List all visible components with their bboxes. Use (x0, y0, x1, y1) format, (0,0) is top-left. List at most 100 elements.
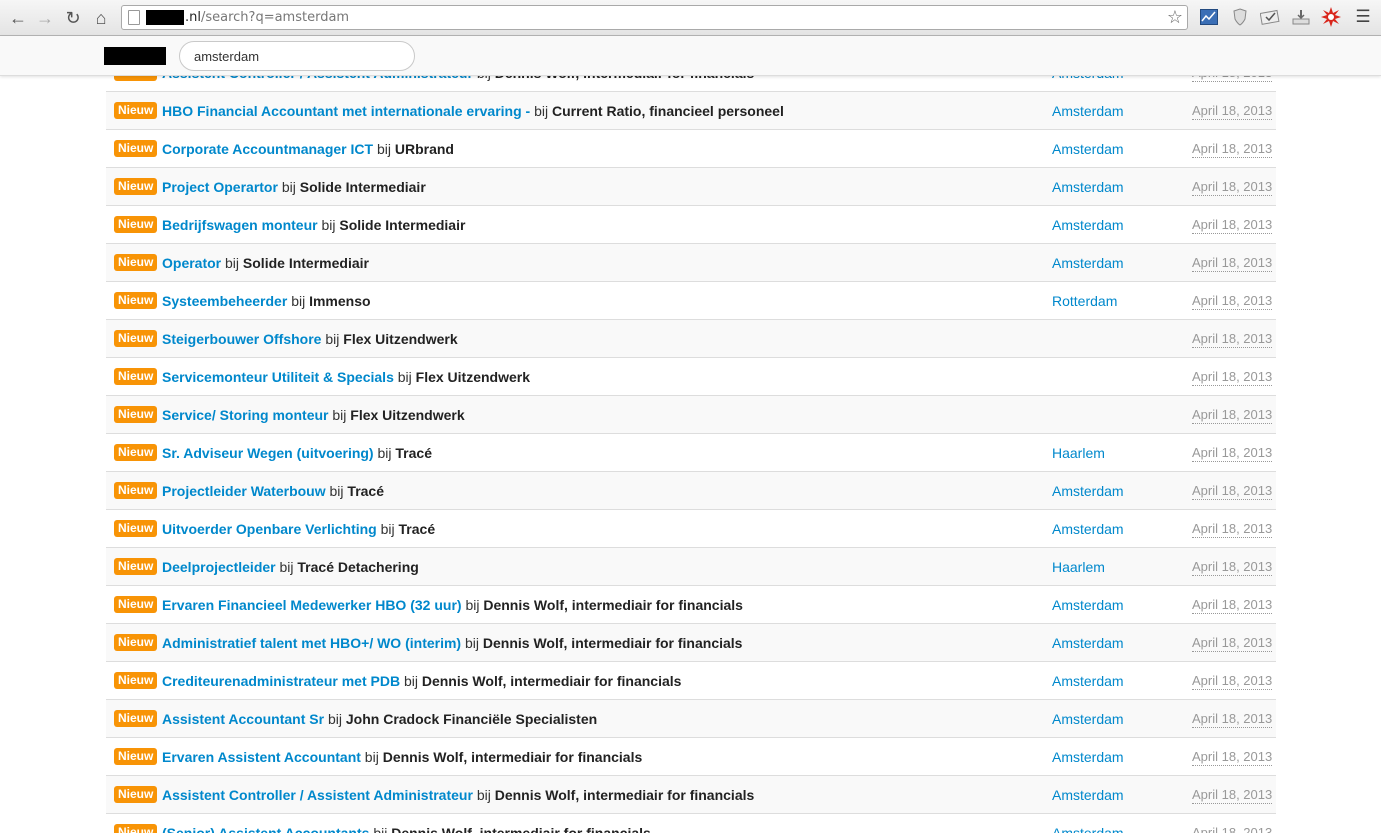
job-city-link[interactable]: Amsterdam (1052, 102, 1124, 120)
job-city-link[interactable]: Amsterdam (1052, 140, 1124, 158)
bij-label: bij (534, 103, 549, 119)
back-icon[interactable]: ← (7, 7, 29, 29)
site-header (0, 36, 1381, 76)
home-icon[interactable]: ⌂ (90, 7, 112, 29)
job-city-link[interactable]: Amsterdam (1052, 710, 1124, 728)
bij-label: bij (329, 483, 344, 499)
job-title-link[interactable]: Service/ Storing monteur (162, 407, 328, 423)
site-logo[interactable] (104, 47, 166, 65)
bug-extension-icon[interactable] (1321, 7, 1341, 27)
job-title-line: Sr. Adviseur Wegen (uitvoering) bij Trac… (162, 444, 432, 462)
job-title-line: Deelprojectleider bij Tracé Detachering (162, 558, 419, 576)
job-date: April 18, 2013 (1192, 825, 1272, 833)
new-badge: Nieuw (114, 140, 158, 157)
job-row: Nieuw Servicemonteur Utiliteit & Specials… (106, 358, 1276, 396)
bookmark-star-icon[interactable]: ☆ (1167, 7, 1183, 28)
job-city-link[interactable]: Amsterdam (1052, 672, 1124, 690)
company-name: John Cradock Financiële Specialisten (345, 711, 598, 727)
job-title-link[interactable]: Ervaren Assistent Accountant (162, 749, 361, 765)
job-city-link[interactable]: Amsterdam (1052, 634, 1124, 652)
download-extension-icon[interactable] (1291, 7, 1311, 27)
forward-icon[interactable]: → (34, 7, 56, 29)
job-title-line: Projectleider Waterbouw bij Tracé (162, 482, 384, 500)
job-title-link[interactable]: Systeembeheerder (162, 293, 287, 309)
shield-extension-icon[interactable] (1230, 7, 1250, 27)
chart-extension-icon[interactable] (1199, 7, 1219, 27)
job-date: April 18, 2013 (1192, 483, 1273, 500)
company-name: Tracé (395, 445, 432, 461)
job-title-link[interactable]: Crediteurenadministrateur met PDB (162, 673, 400, 689)
job-row: Nieuw Uitvoerder Openbare Verlichting bij… (106, 510, 1276, 548)
job-row: Nieuw Crediteurenadministrateur met PDB b… (106, 662, 1276, 700)
job-title-link[interactable]: Assistent Accountant Sr (162, 711, 324, 727)
job-row: Nieuw Assistent Accountant Sr bij John Cr… (106, 700, 1276, 738)
job-row: Nieuw Ervaren Assistent Accountant bij De… (106, 738, 1276, 776)
job-title-link[interactable]: Corporate Accountmanager ICT (162, 141, 373, 157)
job-title-link[interactable]: Project Operartor (162, 179, 278, 195)
job-row: Nieuw Service/ Storing monteur bij Flex U… (106, 396, 1276, 434)
address-bar[interactable]: .nl /search?q=amsterdam ☆ (121, 5, 1188, 30)
new-badge: Nieuw (114, 824, 158, 833)
new-badge: Nieuw (114, 558, 158, 575)
job-date: April 18, 2013 (1192, 103, 1273, 120)
job-title-link[interactable]: HBO Financial Accountant met internation… (162, 103, 530, 119)
job-row: Nieuw Project Operartor bij Solide Interm… (106, 168, 1276, 206)
job-title-link[interactable]: Uitvoerder Openbare Verlichting (162, 521, 377, 537)
job-date: April 18, 2013 (1192, 293, 1273, 310)
url-text: .nl /search?q=amsterdam (146, 10, 349, 25)
job-row: Nieuw Deelprojectleider bij Tracé Detache… (106, 548, 1276, 586)
bij-label: bij (465, 597, 480, 613)
bij-label: bij (225, 255, 240, 271)
bij-label: bij (332, 407, 347, 423)
company-name: Flex Uitzendwerk (415, 369, 531, 385)
job-title-line: Ervaren Financieel Medewerker HBO (32 uu… (162, 596, 743, 614)
new-badge: Nieuw (114, 482, 158, 499)
job-city-link[interactable]: Haarlem (1052, 444, 1105, 462)
job-title-link[interactable]: Sr. Adviseur Wegen (uitvoering) (162, 445, 374, 461)
job-city-link[interactable]: Amsterdam (1052, 482, 1124, 500)
new-badge: Nieuw (114, 444, 158, 461)
job-title-link[interactable]: Assistent Controller / Assistent Adminis… (162, 787, 473, 803)
page-icon (128, 10, 140, 25)
job-city-link[interactable]: Amsterdam (1052, 178, 1124, 196)
job-title-line: Project Operartor bij Solide Intermediai… (162, 178, 426, 196)
new-badge: Nieuw (114, 748, 158, 765)
job-city-link[interactable]: Amsterdam (1052, 748, 1124, 766)
job-title-link[interactable]: Ervaren Financieel Medewerker HBO (32 uu… (162, 597, 462, 613)
job-date: April 18, 2013 (1192, 445, 1273, 462)
job-title-line: Corporate Accountmanager ICT bij URbrand (162, 140, 454, 158)
bij-label: bij (364, 749, 379, 765)
bij-label: bij (403, 673, 418, 689)
job-date: April 18, 2013 (1192, 749, 1273, 766)
job-title-link[interactable]: Bedrijfswagen monteur (162, 217, 318, 233)
check-extension-icon[interactable] (1260, 7, 1280, 27)
job-title-link[interactable]: Projectleider Waterbouw (162, 483, 326, 499)
company-name: Dennis Wolf, intermediair for financials (483, 597, 743, 613)
company-name: Current Ratio, financieel personeel (552, 103, 784, 119)
job-title-link[interactable]: Deelprojectleider (162, 559, 276, 575)
job-city-link[interactable]: Amsterdam (1052, 824, 1124, 833)
reload-icon[interactable]: ↻ (62, 7, 84, 29)
job-city-link[interactable]: Amsterdam (1052, 216, 1124, 234)
job-title-line: Systeembeheerder bij Immenso (162, 292, 371, 310)
job-city-link[interactable]: Haarlem (1052, 558, 1105, 576)
job-city-link[interactable]: Amsterdam (1052, 786, 1124, 804)
bij-label: bij (464, 635, 479, 651)
job-title-link[interactable]: Steigerbouwer Offshore (162, 331, 321, 347)
results-list: Nieuw Assistent Controller / Assistent Ad… (106, 54, 1276, 833)
new-badge: Nieuw (114, 634, 158, 651)
job-city-link[interactable]: Amsterdam (1052, 254, 1124, 272)
menu-icon[interactable]: ☰ (1353, 7, 1373, 27)
job-title-line: Uitvoerder Openbare Verlichting bij Trac… (162, 520, 435, 538)
job-row: Nieuw Operator bij Solide Intermediair Ams… (106, 244, 1276, 282)
job-title-link[interactable]: Administratief talent met HBO+/ WO (inte… (162, 635, 461, 651)
job-city-link[interactable]: Rotterdam (1052, 292, 1117, 310)
job-title-link[interactable]: (Senior) Assistent Accountants (162, 825, 369, 833)
new-badge: Nieuw (114, 102, 158, 119)
job-title-link[interactable]: Operator (162, 255, 221, 271)
search-input[interactable] (179, 41, 415, 71)
job-city-link[interactable]: Amsterdam (1052, 520, 1124, 538)
job-title-link[interactable]: Servicemonteur Utiliteit & Specials (162, 369, 394, 385)
job-row: NieuwAssistent Controller / Assistent Ad… (106, 776, 1276, 814)
job-city-link[interactable]: Amsterdam (1052, 596, 1124, 614)
